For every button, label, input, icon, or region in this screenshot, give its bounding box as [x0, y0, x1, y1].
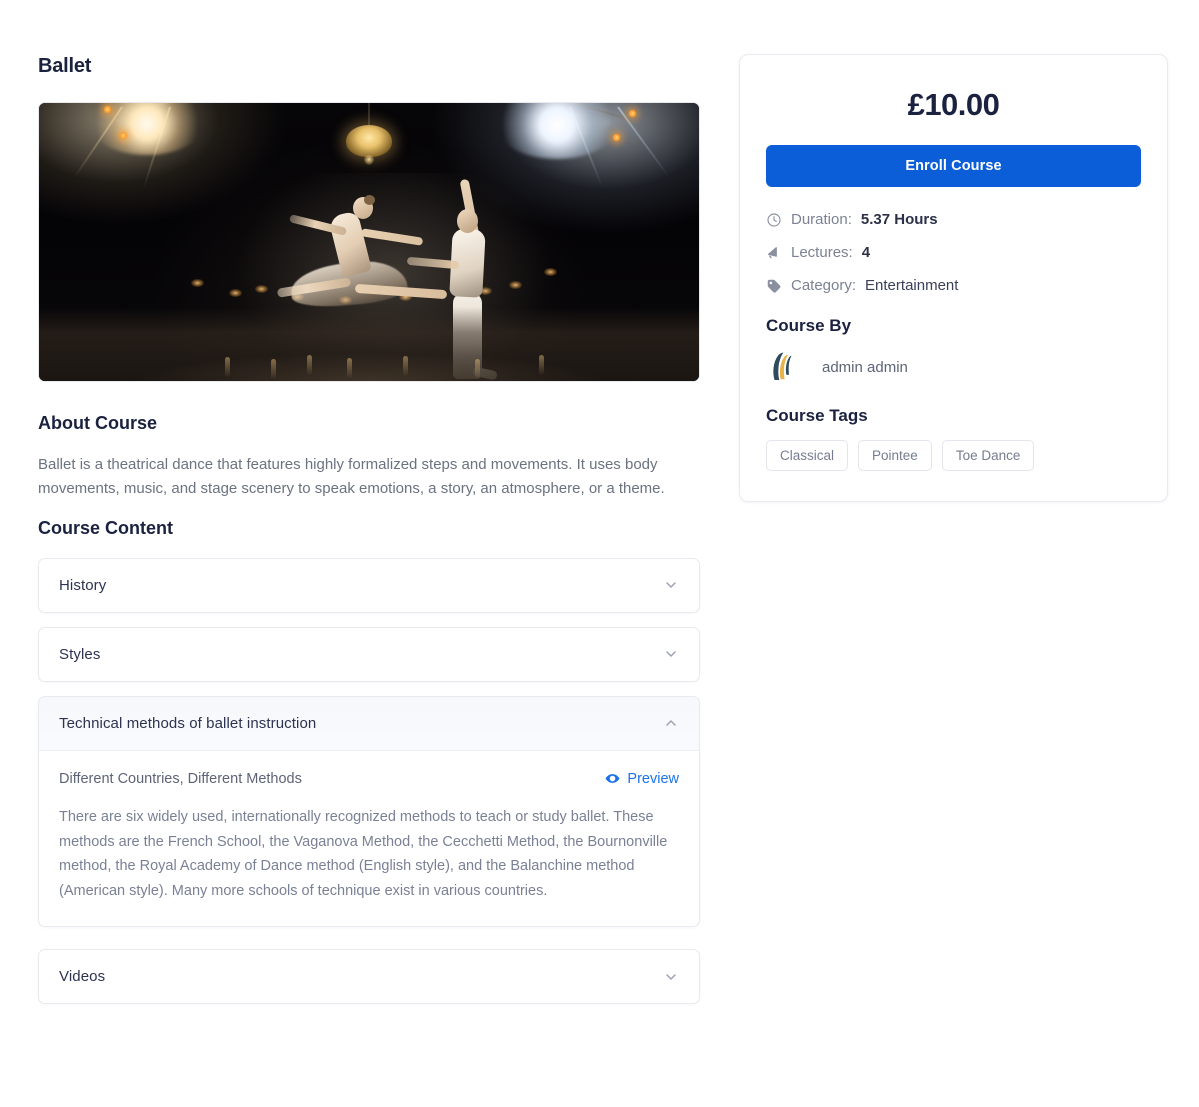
chandelier-body — [346, 125, 392, 157]
brand-logo-avatar — [766, 350, 800, 384]
chandelier-icon — [346, 125, 392, 165]
course-by-heading: Course By — [766, 316, 1141, 336]
preview-link[interactable]: Preview — [605, 771, 679, 787]
floor-light-reflection — [271, 359, 276, 379]
chevron-down-icon[interactable] — [663, 577, 679, 593]
chandelier-drop — [364, 154, 374, 165]
about-course-heading: About Course — [38, 412, 700, 435]
page-title: Ballet — [38, 54, 700, 78]
chevron-down-icon[interactable] — [663, 646, 679, 662]
lecture-row: Different Countries, Different Methods P… — [59, 771, 679, 805]
course-author-row: admin admin — [766, 350, 1141, 384]
lecture-title: Different Countries, Different Methods — [59, 771, 302, 787]
tag-icon — [766, 278, 782, 294]
accordion-item-history[interactable]: History — [38, 558, 700, 613]
author-name: admin admin — [822, 359, 908, 376]
course-detail-page: Ballet — [0, 0, 1199, 1107]
megaphone-icon — [766, 245, 782, 261]
accordion-header-history[interactable]: History — [39, 559, 699, 612]
meta-label: Duration: — [791, 211, 852, 228]
amber-stage-light — [119, 131, 128, 140]
enroll-course-button[interactable]: Enroll Course — [766, 145, 1141, 187]
course-content-heading: Course Content — [38, 517, 700, 540]
course-meta-list: Duration: 5.37 Hours Lectures: 4 Categor… — [766, 211, 1141, 294]
floor-light-reflection — [347, 358, 352, 378]
accordion-item-videos[interactable]: Videos — [38, 949, 700, 1004]
amber-stage-light — [103, 105, 112, 114]
accordion-item-technical-methods[interactable]: Technical methods of ballet instruction … — [38, 696, 700, 928]
background-candle-light — [255, 285, 268, 293]
course-hero-image — [38, 102, 700, 382]
tag-chip[interactable]: Classical — [766, 440, 848, 471]
ballerina-back-arm — [361, 228, 423, 246]
meta-row-duration: Duration: 5.37 Hours — [766, 211, 1141, 228]
clock-icon — [766, 212, 782, 228]
chevron-down-icon[interactable] — [663, 969, 679, 985]
amber-stage-light — [612, 133, 621, 142]
accordion-header-styles[interactable]: Styles — [39, 628, 699, 681]
meta-label: Category: — [791, 277, 856, 294]
about-course-text: Ballet is a theatrical dance that featur… — [38, 453, 700, 502]
accordion-title: History — [59, 577, 106, 594]
ballerina-hair-bun — [364, 195, 375, 205]
course-main-column: Ballet — [38, 54, 700, 1018]
meta-row-lectures: Lectures: 4 — [766, 244, 1141, 261]
lecture-description: There are six widely used, international… — [59, 805, 679, 905]
tag-chip[interactable]: Pointee — [858, 440, 932, 471]
amber-stage-light — [628, 109, 637, 118]
background-candle-light — [191, 279, 204, 287]
meta-label: Lectures: — [791, 244, 853, 261]
accordion-item-styles[interactable]: Styles — [38, 627, 700, 682]
accordion-header-videos[interactable]: Videos — [39, 950, 699, 1003]
chandelier-cord — [369, 103, 370, 127]
meta-value: 4 — [862, 244, 870, 261]
meta-value: Entertainment — [865, 277, 958, 294]
chevron-up-icon[interactable] — [663, 715, 679, 731]
floor-light-reflection — [403, 356, 408, 376]
floor-light-reflection — [225, 357, 230, 377]
background-candle-light — [229, 289, 242, 297]
meta-row-category: Category: Entertainment — [766, 277, 1141, 294]
accordion-body-technical-methods: Different Countries, Different Methods P… — [39, 751, 699, 927]
background-candle-light — [544, 268, 557, 276]
course-tags-list: Classical Pointee Toe Dance — [766, 440, 1141, 471]
floor-light-reflection — [475, 359, 480, 379]
course-purchase-card: £10.00 Enroll Course Duration: 5.37 Hour… — [739, 54, 1168, 502]
accordion-title: Technical methods of ballet instruction — [59, 715, 316, 732]
eye-icon[interactable] — [605, 771, 620, 786]
accordion-title: Styles — [59, 646, 100, 663]
tag-chip[interactable]: Toe Dance — [942, 440, 1035, 471]
floor-light-reflection — [307, 355, 312, 375]
accordion-title: Videos — [59, 968, 105, 985]
meta-value: 5.37 Hours — [861, 211, 938, 228]
course-price: £10.00 — [766, 87, 1141, 123]
floor-light-reflection — [539, 355, 544, 375]
course-tags-heading: Course Tags — [766, 406, 1141, 426]
accordion-header-technical-methods[interactable]: Technical methods of ballet instruction — [39, 697, 699, 751]
preview-label: Preview — [627, 771, 679, 787]
stage-floor-reflection — [39, 323, 699, 381]
male-dancer-head — [457, 209, 478, 233]
